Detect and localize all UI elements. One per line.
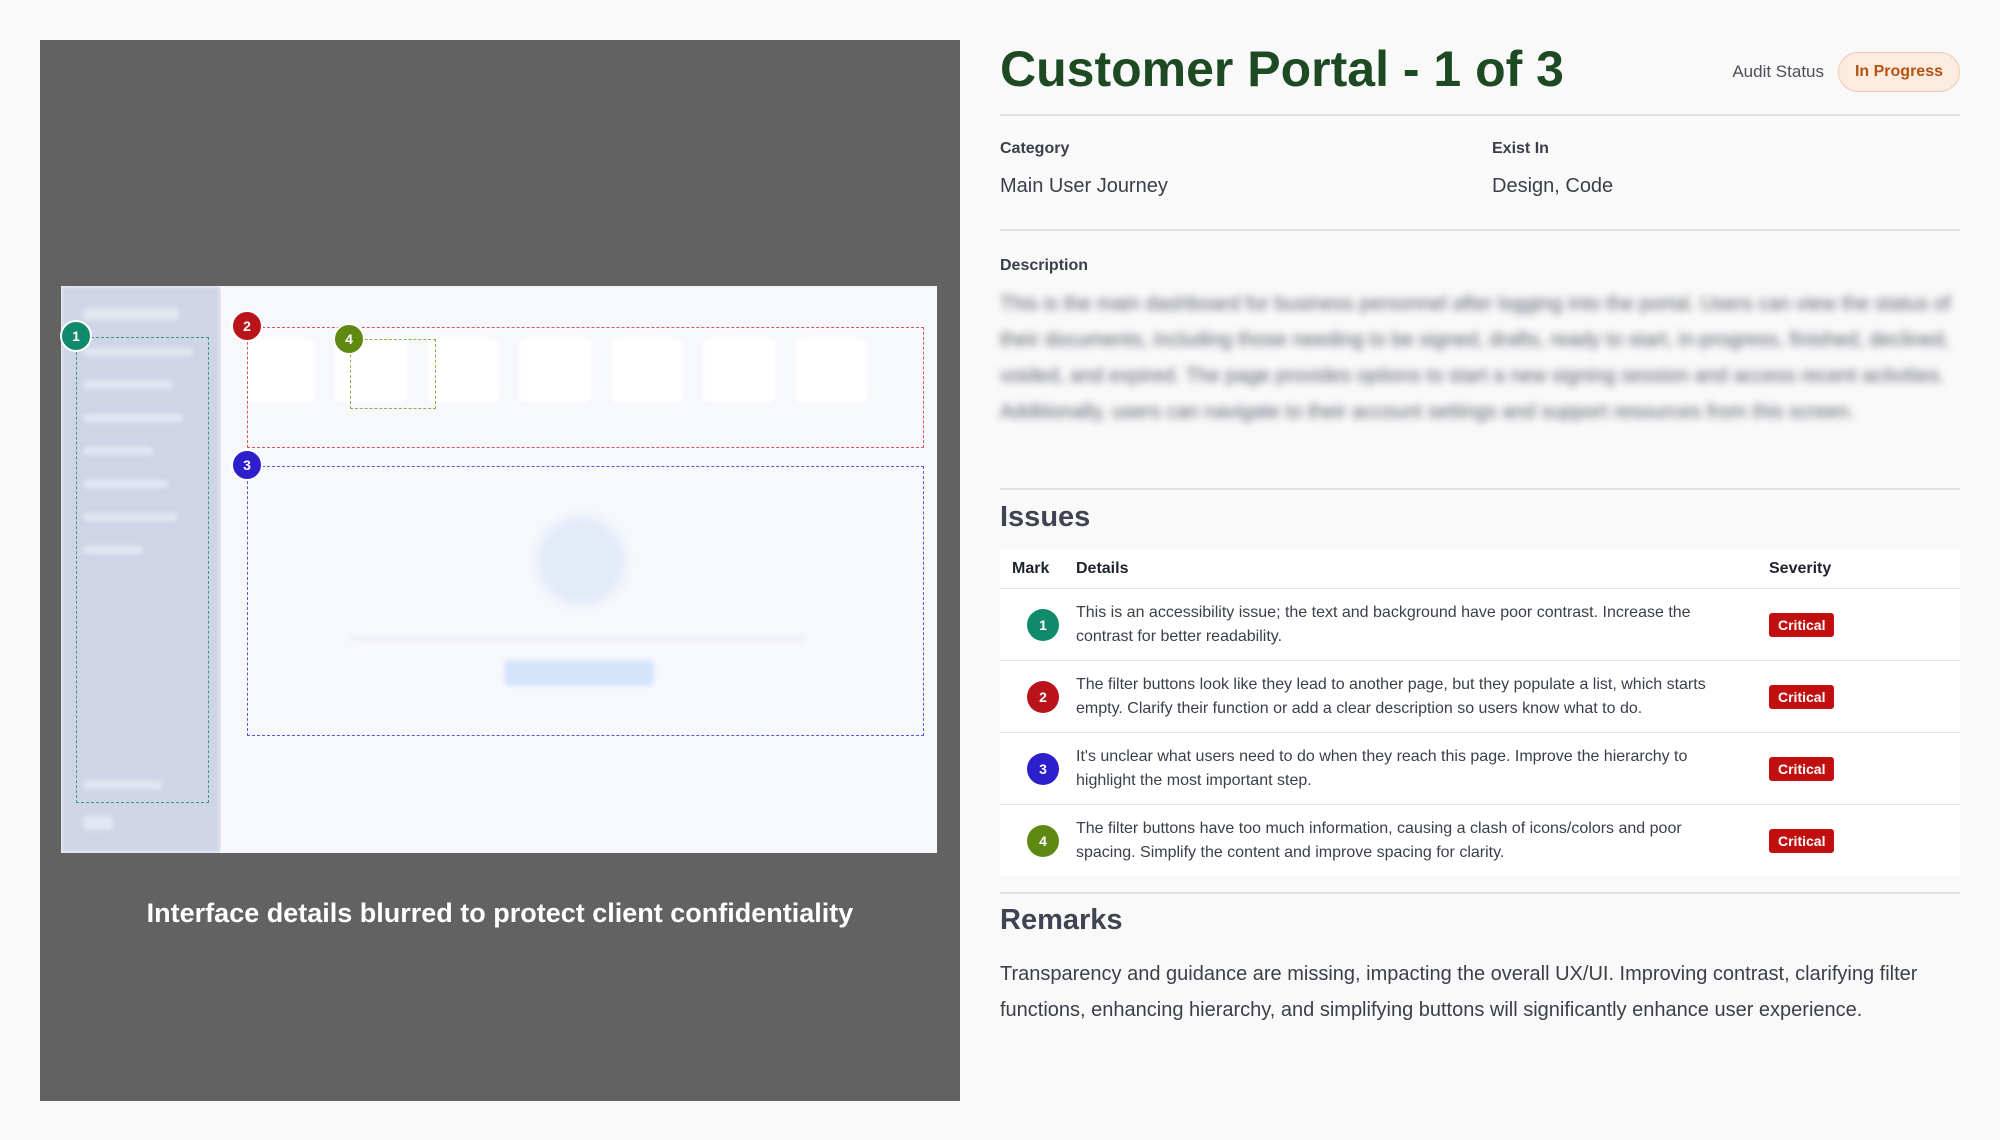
page-title: Customer Portal - 1 of 3 [1000, 41, 1564, 97]
category-value: Main User Journey [1000, 175, 1168, 197]
issue-mark-badge: 1 [1027, 608, 1059, 641]
preview-mark-4: 4 [333, 323, 365, 355]
exist-in-label: Exist In [1492, 140, 1549, 157]
issue-details: The filter buttons have too much informa… [1064, 804, 1757, 876]
divider [1000, 114, 1960, 116]
mark-1-region [76, 337, 209, 803]
issue-mark-badge: 4 [1027, 824, 1059, 857]
column-severity: Severity [1769, 560, 1832, 577]
issue-mark-badge: 2 [1027, 680, 1059, 713]
issue-details: The filter buttons look like they lead t… [1064, 660, 1757, 733]
status-badge: In Progress [1837, 52, 1960, 92]
table-row: 2 The filter buttons look like they lead… [1000, 660, 1960, 733]
remarks-heading: Remarks [1000, 904, 1123, 936]
preview-mark-3: 3 [231, 449, 263, 481]
description-label: Description [1000, 257, 1089, 274]
table-row: 1 This is an accessibility issue; the te… [1000, 588, 1960, 661]
divider [1000, 488, 1960, 490]
severity-badge: Critical [1769, 756, 1835, 781]
issue-details: It's unclear what users need to do when … [1064, 732, 1757, 805]
preview-mark-1: 1 [60, 320, 92, 352]
preview-mark-2: 2 [231, 310, 263, 342]
table-row: 4 The filter buttons have too much infor… [1000, 804, 1960, 876]
issues-table: Mark Details Severity 1 This is an acces… [1000, 550, 1960, 876]
table-row: 3 It's unclear what users need to do whe… [1000, 732, 1960, 805]
severity-badge: Critical [1769, 828, 1835, 853]
audit-status-label: Audit Status [1732, 62, 1824, 81]
severity-badge: Critical [1769, 612, 1835, 637]
description-text-blurred: This is the main dashboard for business … [1000, 293, 1951, 423]
severity-badge: Critical [1769, 684, 1835, 709]
blurred-screenshot [61, 286, 937, 853]
divider [1000, 892, 1960, 894]
issues-table-header: Mark Details Severity [1000, 550, 1960, 589]
issue-details: This is an accessibility issue; the text… [1064, 588, 1757, 661]
issue-mark-badge: 3 [1027, 752, 1059, 785]
confidentiality-caption: Interface details blurred to protect cli… [146, 898, 854, 928]
column-details: Details [1076, 560, 1129, 577]
issues-heading: Issues [1000, 501, 1091, 533]
exist-in-value: Design, Code [1492, 175, 1614, 197]
divider [1000, 229, 1960, 231]
remarks-text: Transparency and guidance are missing, i… [1000, 963, 1918, 1021]
category-label: Category [1000, 140, 1070, 157]
mark-4-region [350, 339, 436, 409]
column-mark: Mark [1012, 560, 1050, 577]
mark-3-region [247, 466, 924, 736]
screenshot-preview-panel: 1 2 4 3 Interface details blurred to pro… [40, 40, 960, 1101]
